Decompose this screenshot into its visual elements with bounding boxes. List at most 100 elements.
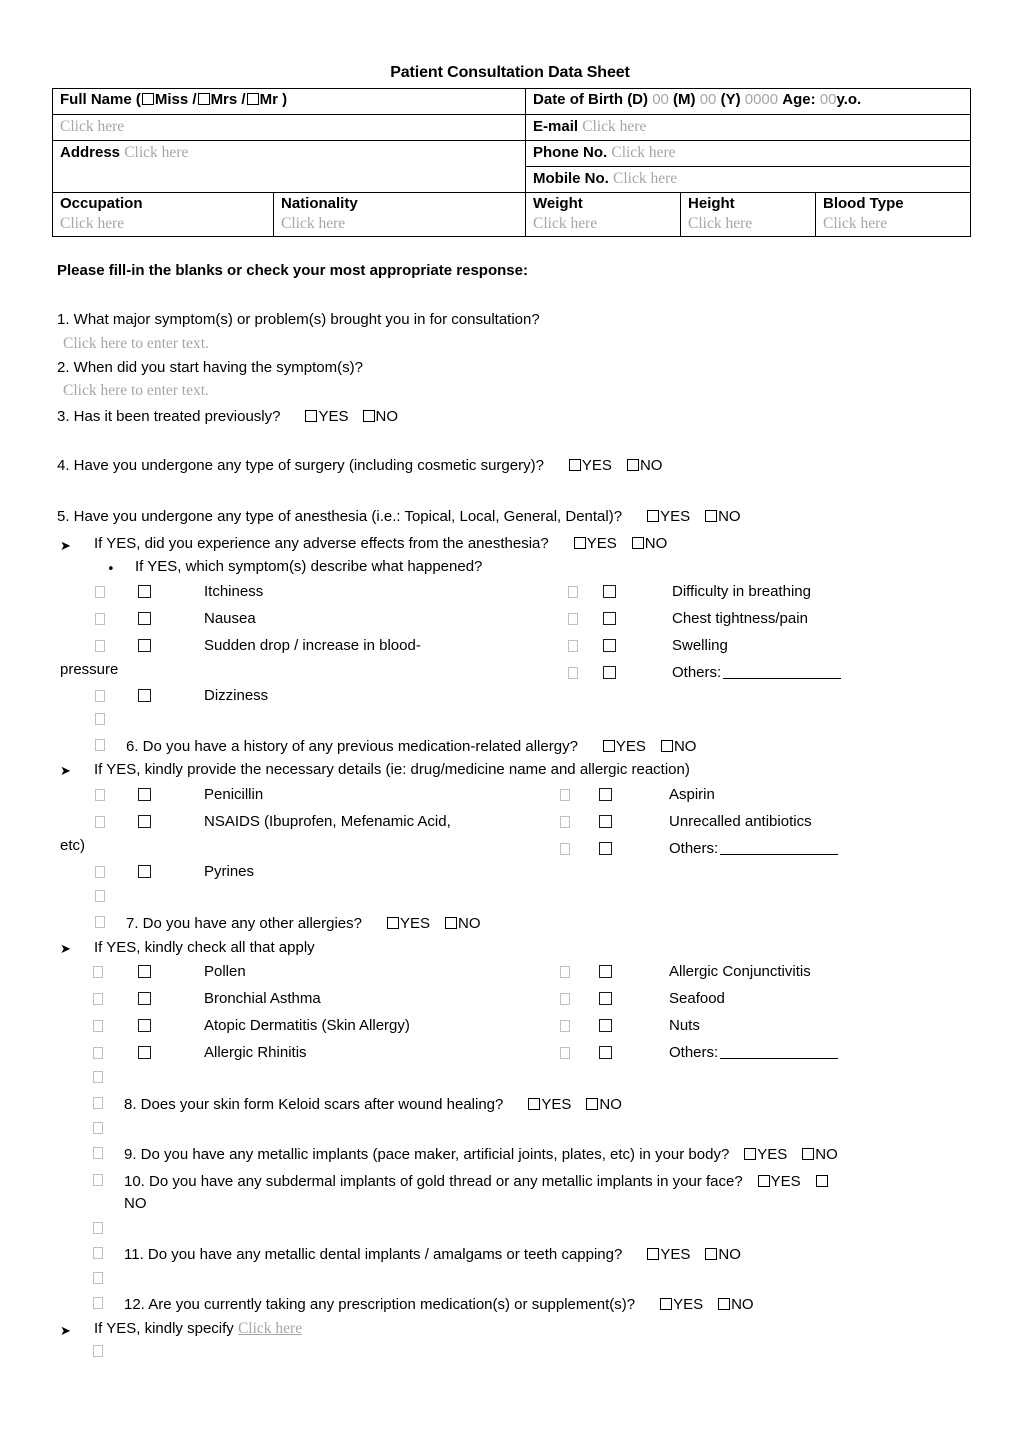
ghost-glyph-icon: [568, 667, 578, 679]
allergy-others-input[interactable]: [720, 1058, 839, 1059]
checkbox-nausea[interactable]: [138, 612, 151, 625]
age-unit: y.o.: [836, 91, 862, 108]
question-12-yes-label: YES: [673, 1296, 704, 1313]
question-5a-yes-checkbox[interactable]: [573, 537, 586, 549]
checkbox-swelling[interactable]: [603, 639, 616, 652]
email-input[interactable]: Click here: [582, 118, 646, 135]
checkbox-aspirin[interactable]: [599, 788, 612, 801]
weight-cell[interactable]: Weight Click here: [525, 191, 682, 238]
question-6-yes-checkbox[interactable]: [602, 740, 615, 752]
checkbox-bronchial-asthma[interactable]: [138, 992, 151, 1005]
ghost-glyph-icon: [560, 993, 570, 1005]
question-9-no-checkbox[interactable]: [802, 1148, 815, 1160]
question-8-no-checkbox[interactable]: [586, 1098, 599, 1110]
checkbox-allergy-others[interactable]: [599, 1046, 612, 1059]
checkbox-miss[interactable]: [141, 93, 154, 105]
occupation-input[interactable]: Click here: [60, 214, 267, 233]
height-label: Height: [688, 195, 735, 212]
question-2-input[interactable]: Click here to enter text.: [63, 381, 209, 401]
checkbox-mr[interactable]: [246, 93, 259, 105]
question-1-placeholder[interactable]: Click here to enter text.: [63, 335, 209, 352]
question-7-row: 7. Do you have any other allergies? YES NO: [126, 914, 481, 934]
question-10-text: 10. Do you have any subdermal implants o…: [124, 1173, 743, 1190]
mobile-label: Mobile No.: [533, 170, 609, 187]
question-4-yes-checkbox[interactable]: [568, 459, 581, 471]
arrow-bullet-icon: ➤: [60, 1324, 71, 1339]
question-10-yes-checkbox[interactable]: [757, 1175, 770, 1187]
blood-type-cell[interactable]: Blood Type Click here: [815, 191, 972, 238]
full-name-value-cell[interactable]: Click here: [51, 114, 527, 141]
question-8-yes-checkbox[interactable]: [528, 1098, 541, 1110]
question-6-row: 6. Do you have a history of any previous…: [126, 737, 696, 757]
full-name-input[interactable]: Click here: [60, 118, 124, 135]
nationality-cell[interactable]: Nationality Click here: [272, 191, 527, 238]
ghost-glyph-icon: [93, 1071, 103, 1083]
question-11-no-label: NO: [718, 1246, 741, 1263]
question-6-no-label: NO: [673, 738, 697, 755]
checkbox-nsaids[interactable]: [138, 815, 151, 828]
blood-type-input[interactable]: Click here: [823, 214, 964, 233]
question-2-placeholder[interactable]: Click here to enter text.: [63, 382, 209, 399]
height-cell[interactable]: Height Click here: [680, 191, 817, 238]
question-6-no-checkbox[interactable]: [660, 740, 673, 752]
mobile-input[interactable]: Click here: [613, 170, 677, 187]
question-10-no-checkbox[interactable]: [815, 1175, 828, 1187]
question-7-no-checkbox[interactable]: [445, 917, 457, 929]
mobile-cell[interactable]: Mobile No. Click here: [525, 166, 972, 193]
phone-cell[interactable]: Phone No. Click here: [525, 140, 972, 167]
question-4-no-checkbox[interactable]: [626, 459, 639, 471]
checkbox-pyrines[interactable]: [138, 865, 151, 878]
question-12a-input[interactable]: Click here: [238, 1320, 302, 1337]
age-value[interactable]: 00: [820, 91, 837, 108]
dob-year-value[interactable]: 0000: [745, 91, 778, 108]
question-11-no-checkbox[interactable]: [705, 1248, 718, 1260]
checkbox-atopic-dermatitis[interactable]: [138, 1019, 151, 1032]
question-12-no-checkbox[interactable]: [718, 1298, 731, 1310]
checkbox-seafood[interactable]: [599, 992, 612, 1005]
question-7-no-label: NO: [458, 915, 481, 932]
anesthesia-others-input[interactable]: [723, 678, 842, 679]
address-input[interactable]: Click here: [124, 144, 188, 161]
question-5b-text: If YES, which symptom(s) describe what h…: [135, 558, 483, 575]
checkbox-medication-others[interactable]: [599, 842, 612, 855]
height-input[interactable]: Click here: [688, 214, 809, 233]
checkbox-blood-pressure-change[interactable]: [138, 639, 151, 652]
date-of-birth-cell[interactable]: Date of Birth (D) 00 (M) 00 (Y) 0000 Age…: [525, 88, 972, 115]
dob-day-value[interactable]: 00: [652, 91, 669, 108]
question-3-yes-checkbox[interactable]: [305, 410, 318, 422]
checkbox-mrs[interactable]: [197, 93, 210, 105]
question-7-yes-checkbox[interactable]: [386, 917, 399, 929]
checkbox-nuts[interactable]: [599, 1019, 612, 1032]
page-title: Patient Consultation Data Sheet: [390, 64, 630, 81]
checkbox-chest-tightness[interactable]: [603, 612, 616, 625]
checkbox-anesthesia-others[interactable]: [603, 666, 616, 679]
checkbox-dizziness[interactable]: [138, 689, 151, 702]
table-row: Click here E-mail Click here: [51, 114, 972, 141]
question-5-yes-checkbox[interactable]: [647, 510, 660, 522]
medication-others-input[interactable]: [720, 854, 839, 855]
label-swelling: Swelling: [672, 637, 728, 654]
email-cell[interactable]: E-mail Click here: [525, 114, 972, 141]
arrow-bullet-icon: ➤: [60, 942, 71, 957]
question-5a-no-checkbox[interactable]: [631, 537, 644, 549]
checkbox-difficulty-breathing[interactable]: [603, 585, 616, 598]
nationality-input[interactable]: Click here: [281, 214, 519, 233]
phone-input[interactable]: Click here: [611, 144, 675, 161]
question-12-yes-checkbox[interactable]: [660, 1298, 673, 1310]
dob-month-value[interactable]: 00: [700, 91, 717, 108]
checkbox-pollen[interactable]: [138, 965, 151, 978]
checkbox-penicillin[interactable]: [138, 788, 151, 801]
question-11-row: 11. Do you have any metallic dental impl…: [124, 1245, 741, 1265]
question-1-input[interactable]: Click here to enter text.: [63, 334, 209, 354]
checkbox-itchiness[interactable]: [138, 585, 151, 598]
weight-input[interactable]: Click here: [533, 214, 674, 233]
occupation-cell[interactable]: Occupation Click here: [52, 191, 274, 238]
address-cell[interactable]: Address Click here: [51, 140, 527, 193]
checkbox-allergic-rhinitis[interactable]: [138, 1046, 151, 1059]
checkbox-allergic-conjunctivitis[interactable]: [599, 965, 612, 978]
checkbox-unrecalled-antibiotics[interactable]: [599, 815, 612, 828]
question-5-no-checkbox[interactable]: [705, 510, 718, 522]
question-11-yes-checkbox[interactable]: [647, 1248, 660, 1260]
question-3-no-checkbox[interactable]: [363, 410, 376, 422]
question-9-yes-checkbox[interactable]: [744, 1148, 757, 1160]
